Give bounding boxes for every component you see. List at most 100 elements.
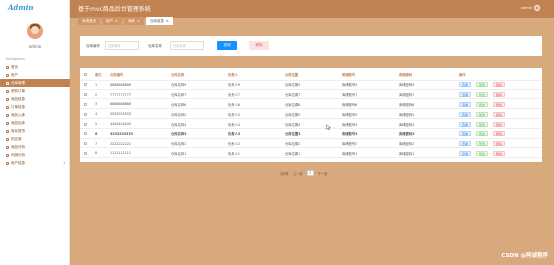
sidebar-item-label: 商品信息 [11,97,25,101]
user-avatar-icon[interactable] [534,5,540,11]
edit-button[interactable]: 修改 [476,92,489,98]
table-cell: 仓库位置7 [285,93,301,98]
sidebar-item-label: 用户信息 [11,161,25,165]
search-button[interactable]: 查询 [217,41,237,50]
table-cell: 库储账号7 [342,93,358,98]
edit-button[interactable]: 修改 [476,121,489,127]
tab-0[interactable]: 系统首页 [78,17,100,25]
view-button[interactable]: 查看 [459,111,472,117]
sidebar-item-1[interactable]: 用户 [0,71,70,79]
sidebar-item-3[interactable]: 采购订单 [0,87,70,95]
sidebar-item-label: 商品出库 [11,121,25,125]
search-panel: 仓库编号 仓库编号 仓库名称 仓库名称 查询 删除 [80,36,542,56]
table-cell: 3333333333 [110,131,133,136]
table-cell: 仓库位置4 [285,122,301,127]
menu-item-icon [6,73,9,77]
table-cell: 5555555555 [110,112,131,117]
column-header: 仓库位置 [285,72,299,77]
pager-page[interactable]: 1 [306,170,314,176]
row-checkbox[interactable] [84,142,87,146]
sidebar-item-label: 采购订单 [11,89,25,93]
sidebar-item-12[interactable]: 用户信息 ▾ [0,159,70,167]
edit-button[interactable]: 修改 [476,131,489,137]
sidebar-item-6[interactable]: 商品入库 [0,111,70,119]
edit-button[interactable]: 修改 [476,111,489,117]
view-button[interactable]: 查看 [459,141,472,147]
table-row: 2 7777777777 仓库名称7 负责人7 仓库位置7 库储账号7 库储密码7 查看 修改删… [80,91,542,100]
view-button[interactable]: 查看 [459,82,472,88]
tab-3[interactable]: 仓库信息 × [145,17,173,25]
pager-prev[interactable]: 上一页 [293,171,303,176]
row-checkbox[interactable] [84,122,87,126]
table-cell: 库储账号5 [342,112,358,117]
table-row: 3 6666666666 仓库名称6 负责人6 仓库位置6 库储账号6 库储密码6 查看 修改删… [80,101,542,110]
sidebar-item-label: 商品入库 [11,113,25,117]
sidebar-item-4[interactable]: 商品信息 [0,95,70,103]
admin-label: admin [28,44,42,49]
view-button[interactable]: 查看 [459,92,472,98]
view-button[interactable]: 查看 [459,121,472,127]
select-all-checkbox[interactable] [84,72,87,76]
data-table: 索引 仓库编号 仓库名称 负责人 仓库位置 库储账号 库储密码 操作 1 8888888888 仓库… [80,68,542,162]
sidebar-item-label: 用户 [11,73,18,77]
sidebar-item-2[interactable]: 仓库管理 [0,79,70,87]
table-cell: 库储密码9 [399,83,415,88]
delete-row-button[interactable]: 删除 [493,92,506,98]
close-icon[interactable]: × [166,19,169,23]
sidebar-item-8[interactable]: 库存退货 [0,127,70,135]
table-cell: 库储账号1 [342,151,358,156]
delete-row-button[interactable]: 删除 [493,82,506,88]
close-icon[interactable]: × [115,19,118,23]
row-checkbox[interactable] [84,93,87,97]
edit-button[interactable]: 修改 [476,82,489,88]
sidebar-item-10[interactable]: 商品分析 [0,143,70,151]
table-cell: 库储密码6 [399,102,415,107]
app-logo[interactable]: Admin [0,0,69,16]
delete-row-button[interactable]: 删除 [493,150,506,156]
edit-button[interactable]: 修改 [476,150,489,156]
table-row: 6 3333333333 仓库名称3 负责人3 仓库位置3 库储账号3 库储密码3 查看 修改删… [80,130,542,139]
sidebar-item-9[interactable]: 供应商 [0,135,70,143]
sidebar-item-11[interactable]: 利润分析 [0,151,70,159]
row-checkbox[interactable] [84,132,87,136]
row-checkbox[interactable] [84,112,87,116]
chevron-down-icon: ▾ [63,161,65,165]
delete-row-button[interactable]: 删除 [493,131,506,137]
sidebar-item-5[interactable]: 订单信息 [0,103,70,111]
column-header: 仓库名称 [171,72,185,77]
row-checkbox[interactable] [84,102,87,106]
avatar[interactable] [27,23,43,39]
table-cell: 6 [95,131,98,136]
edit-button[interactable]: 修改 [476,141,489,147]
delete-row-button[interactable]: 删除 [493,141,506,147]
row-checkbox[interactable] [84,83,87,87]
sidebar-item-0[interactable]: 首页 [0,63,70,71]
table-cell: 仓库位置1 [285,151,301,156]
edit-button[interactable]: 修改 [476,101,489,107]
row-checkbox[interactable] [84,151,87,155]
table-cell: 6666666666 [110,102,131,107]
table-cell: 库储账号3 [342,132,358,137]
view-button[interactable]: 查看 [459,150,472,156]
view-button[interactable]: 查看 [459,131,472,137]
table-cell: 仓库位置9 [285,83,301,88]
delete-row-button[interactable]: 删除 [493,121,506,127]
tab-bar: 系统首页 用户 × 商家 × 仓库信息 × [78,17,173,25]
delete-button[interactable]: 删除 [249,41,269,50]
pager-next[interactable]: 下一页 [318,171,328,176]
column-header: 索引 [95,72,102,77]
delete-row-button[interactable]: 删除 [493,101,506,107]
tab-2[interactable]: 商家 × [123,17,144,25]
user-menu[interactable]: admin [521,5,540,11]
warehouse-no-input[interactable]: 仓库编号 [105,41,139,50]
view-button[interactable]: 查看 [459,101,472,107]
table-row: 5 4444444444 仓库名称4 负责人4 仓库位置4 库储账号4 库储密码4 查看 修改删… [80,120,542,129]
table-cell: 库储密码3 [399,132,415,137]
sidebar-item-7[interactable]: 商品出库 [0,119,70,127]
delete-row-button[interactable]: 删除 [493,111,506,117]
warehouse-name-input[interactable]: 仓库名称 [170,41,204,50]
table-cell: 1111111111 [110,151,131,156]
table-cell: 库储密码1 [399,151,415,156]
close-icon[interactable]: × [137,19,140,23]
tab-1[interactable]: 用户 × [102,17,122,25]
